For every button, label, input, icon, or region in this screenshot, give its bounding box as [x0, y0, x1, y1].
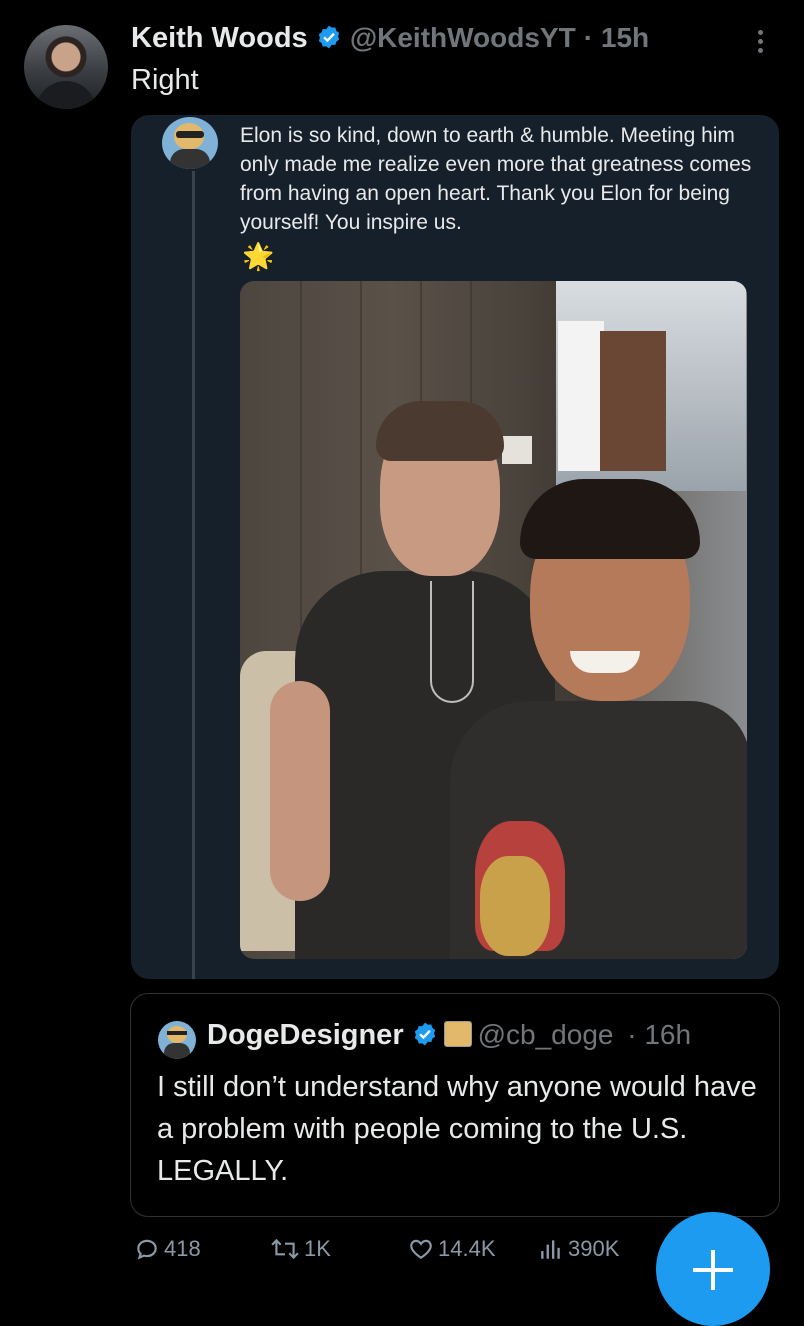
embedded-image[interactable]: Elon is so kind, down to earth & humble.…	[131, 115, 779, 979]
reply-count: 418	[164, 1236, 201, 1261]
star-emoji: 🌟	[242, 241, 275, 271]
author-name[interactable]: Keith Woods	[131, 22, 308, 54]
quote-header: DogeDesigner @cb_doge · 16h	[207, 1019, 691, 1052]
post-header: Keith Woods @KeithWoodsYT · 15h	[131, 22, 649, 55]
doge-badge-icon	[443, 1021, 472, 1047]
embedded-tweet-text: Elon is so kind, down to earth & humble.…	[240, 124, 752, 234]
reply-button[interactable]: 418	[134, 1236, 201, 1262]
post-text: Right	[131, 64, 199, 96]
repost-button[interactable]: 1K	[270, 1236, 331, 1262]
quote-author-name[interactable]: DogeDesigner	[207, 1019, 404, 1051]
repost-count: 1K	[304, 1236, 331, 1261]
dot-separator: ·	[583, 22, 601, 53]
more-icon[interactable]	[748, 26, 772, 58]
embedded-avatar	[162, 117, 218, 169]
verified-badge-icon	[414, 1022, 435, 1046]
author-avatar[interactable]	[24, 25, 108, 109]
reply-icon	[137, 1239, 157, 1260]
quote-handle[interactable]: @cb_doge	[478, 1019, 614, 1050]
like-icon	[410, 1239, 432, 1259]
author-handle[interactable]: @KeithWoodsYT	[350, 22, 576, 53]
like-count: 14.4K	[438, 1236, 496, 1261]
verified-badge-icon	[318, 25, 339, 49]
quote-text: I still don’t understand why anyone woul…	[157, 1071, 757, 1187]
quote-time[interactable]: 16h	[644, 1019, 691, 1050]
selfie-photo[interactable]	[240, 281, 747, 959]
compose-button[interactable]	[656, 1212, 770, 1326]
post-time[interactable]: 15h	[601, 22, 649, 53]
dot-separator: ·	[619, 1019, 645, 1050]
thread-line	[192, 171, 195, 979]
views-button[interactable]: 390K	[538, 1236, 619, 1262]
views-count: 390K	[568, 1236, 620, 1261]
views-icon	[541, 1240, 560, 1259]
embedded-stats-row	[240, 971, 740, 979]
quote-avatar[interactable]	[158, 1021, 196, 1059]
like-button[interactable]: 14.4K	[408, 1236, 496, 1262]
quoted-tweet[interactable]: DogeDesigner @cb_doge · 16h I still don’…	[130, 993, 780, 1217]
repost-icon	[271, 1238, 299, 1260]
